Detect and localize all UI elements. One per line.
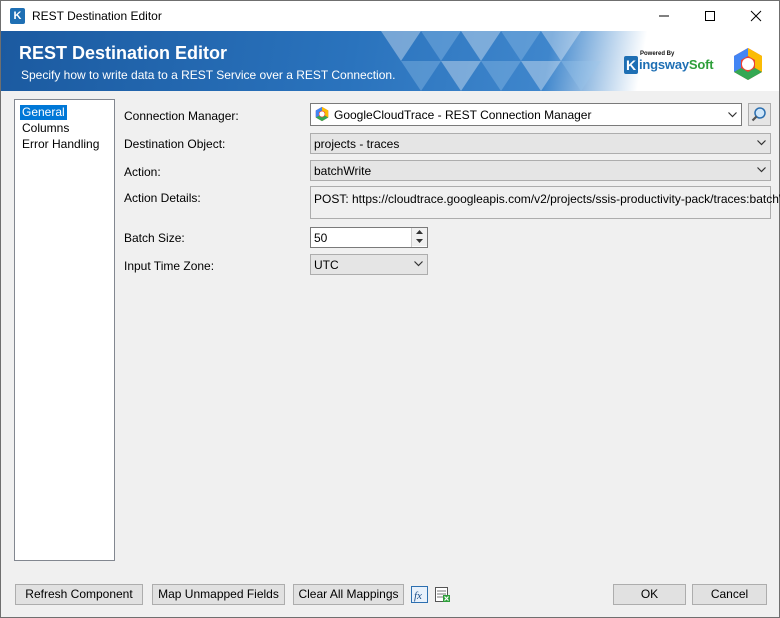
header-banner: REST Destination Editor Specify how to w… (1, 31, 779, 91)
kingswaysoft-logo: Powered By K ingswaySoft (624, 51, 714, 77)
action-value: batchWrite (314, 164, 372, 178)
chevron-down-icon (728, 112, 737, 118)
search-icon (751, 107, 766, 122)
batch-size-stepper[interactable]: 50 (310, 227, 428, 248)
action-select[interactable]: batchWrite (310, 160, 771, 181)
window-title: REST Destination Editor (32, 9, 162, 23)
map-unmapped-fields-button[interactable]: Map Unmapped Fields (152, 584, 285, 605)
rest-destination-editor-window: K REST Destination Editor REST Destinati… (0, 0, 780, 618)
minimize-icon (659, 15, 669, 17)
spin-down-button[interactable] (412, 237, 427, 246)
close-icon (750, 10, 762, 22)
batch-size-value: 50 (314, 231, 328, 245)
input-time-zone-select[interactable]: UTC (310, 254, 428, 275)
input-time-zone-label: Input Time Zone: (124, 259, 215, 273)
destination-object-label: Destination Object: (124, 137, 226, 151)
clear-all-mappings-button[interactable]: Clear All Mappings (293, 584, 404, 605)
title-bar: K REST Destination Editor (1, 1, 779, 31)
nav-item-columns[interactable]: Columns (20, 121, 71, 136)
destination-object-select[interactable]: projects - traces (310, 133, 771, 154)
spin-up-button[interactable] (412, 228, 427, 237)
spreadsheet-icon[interactable] (434, 586, 451, 603)
action-details-field: POST: https://cloudtrace.googleapis.com/… (310, 186, 780, 219)
destination-object-value: projects - traces (314, 137, 400, 151)
spin-down-icon (416, 239, 423, 243)
banner-title: REST Destination Editor (19, 43, 228, 63)
action-label: Action: (124, 165, 161, 179)
spin-up-icon (416, 230, 423, 234)
page-list: General Columns Error Handling (14, 99, 115, 561)
nav-item-general[interactable]: General (20, 105, 67, 120)
svg-text:fx: fx (414, 590, 422, 602)
banner-subtitle: Specify how to write data to a REST Serv… (21, 68, 396, 82)
batch-size-spin (411, 228, 427, 247)
chevron-down-icon (757, 167, 766, 173)
action-details-value: POST: https://cloudtrace.googleapis.com/… (314, 192, 780, 206)
expression-icon[interactable]: fx (411, 586, 428, 603)
connection-manager-select[interactable]: GoogleCloudTrace - REST Connection Manag… (310, 103, 742, 126)
logo-k-icon: K (624, 56, 638, 74)
close-button[interactable] (733, 1, 779, 31)
ok-button[interactable]: OK (613, 584, 686, 605)
chevron-down-icon (757, 140, 766, 146)
refresh-component-button[interactable]: Refresh Component (15, 584, 143, 605)
google-cloud-icon (315, 106, 329, 122)
minimize-button[interactable] (641, 1, 687, 31)
banner-pattern-decoration (381, 31, 601, 91)
nav-item-error-handling[interactable]: Error Handling (20, 137, 101, 152)
logo-wordmark: ingswaySoft (639, 57, 714, 72)
connection-manager-label: Connection Manager: (124, 109, 239, 123)
cancel-button[interactable]: Cancel (692, 584, 767, 605)
chevron-down-icon (414, 261, 423, 267)
batch-size-label: Batch Size: (124, 231, 185, 245)
input-time-zone-value: UTC (314, 258, 339, 272)
action-details-label: Action Details: (124, 191, 201, 205)
app-k-icon: K (10, 8, 25, 24)
maximize-button[interactable] (687, 1, 733, 31)
search-connection-button[interactable] (748, 103, 771, 126)
connection-manager-value: GoogleCloudTrace - REST Connection Manag… (334, 108, 592, 122)
google-cloud-icon (734, 48, 762, 80)
maximize-icon (705, 11, 715, 21)
